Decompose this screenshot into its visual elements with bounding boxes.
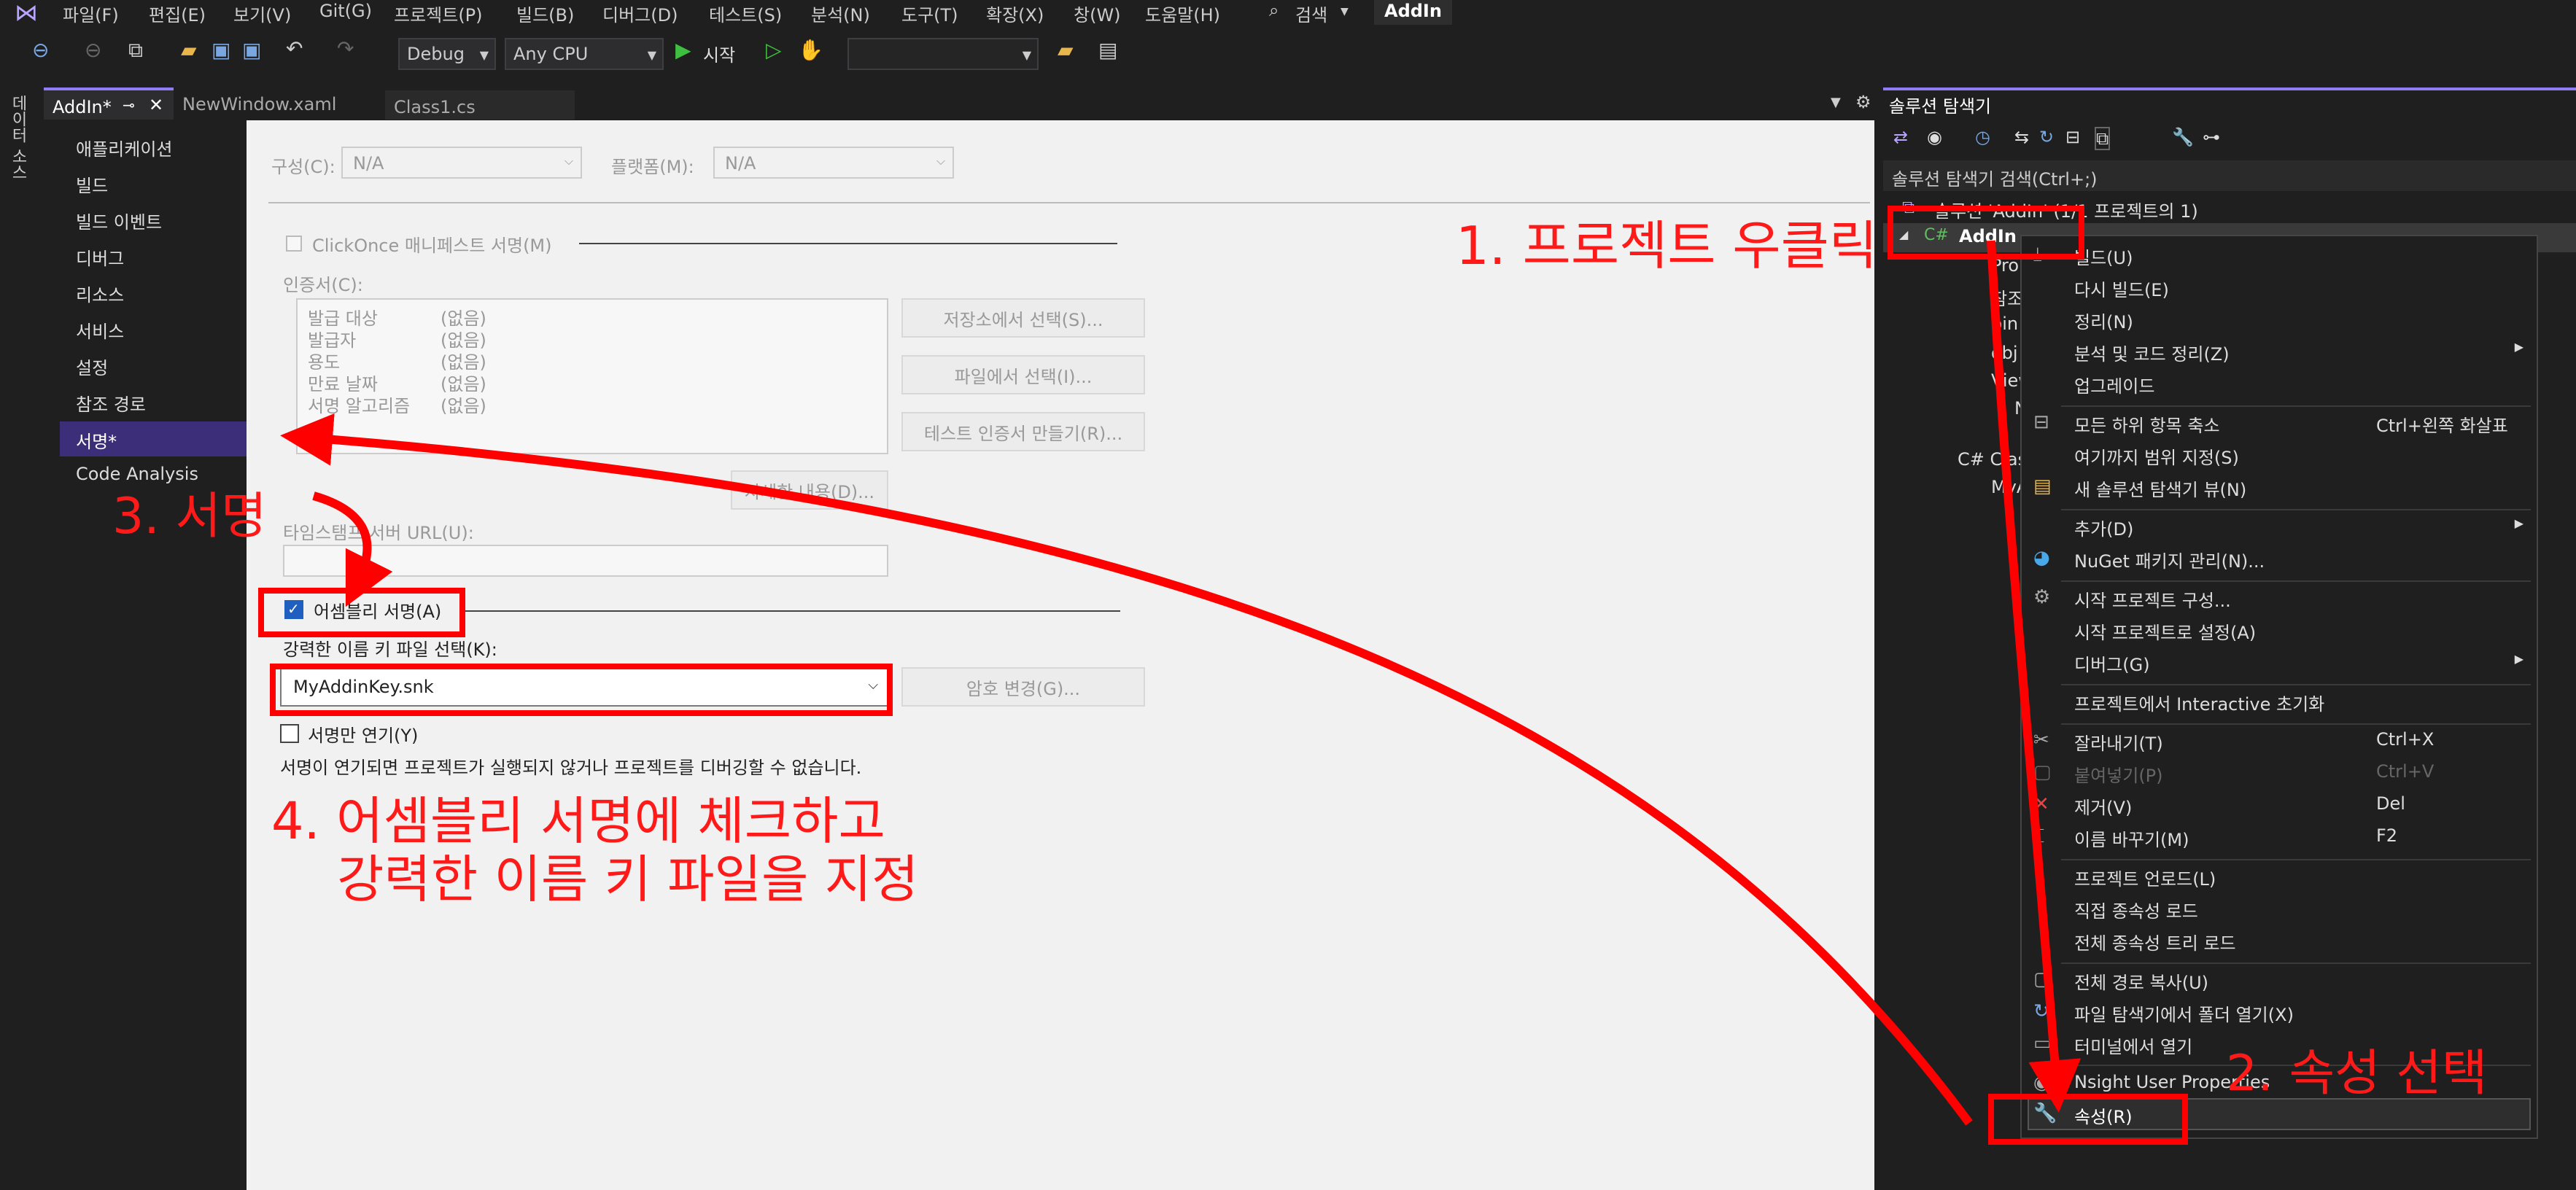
highlight-box-properties: [1988, 1094, 2188, 1145]
arrow-to-assembly-sign: [312, 491, 393, 607]
arrow-to-properties: [1987, 240, 2082, 1113]
highlight-box-assembly-sign: [258, 588, 465, 637]
annotation-step2: 2. 속성 선택: [2226, 1045, 2488, 1102]
highlight-box-project: [1888, 206, 2084, 260]
highlight-box-keyfile: [270, 664, 893, 716]
annotation-step1: 1. 프로젝트 우클릭: [1456, 215, 1878, 276]
annotation-step4-line2: 강력한 이름 키 파일을 지정: [337, 849, 919, 909]
annotation-step3: 3. 서명: [112, 488, 267, 545]
